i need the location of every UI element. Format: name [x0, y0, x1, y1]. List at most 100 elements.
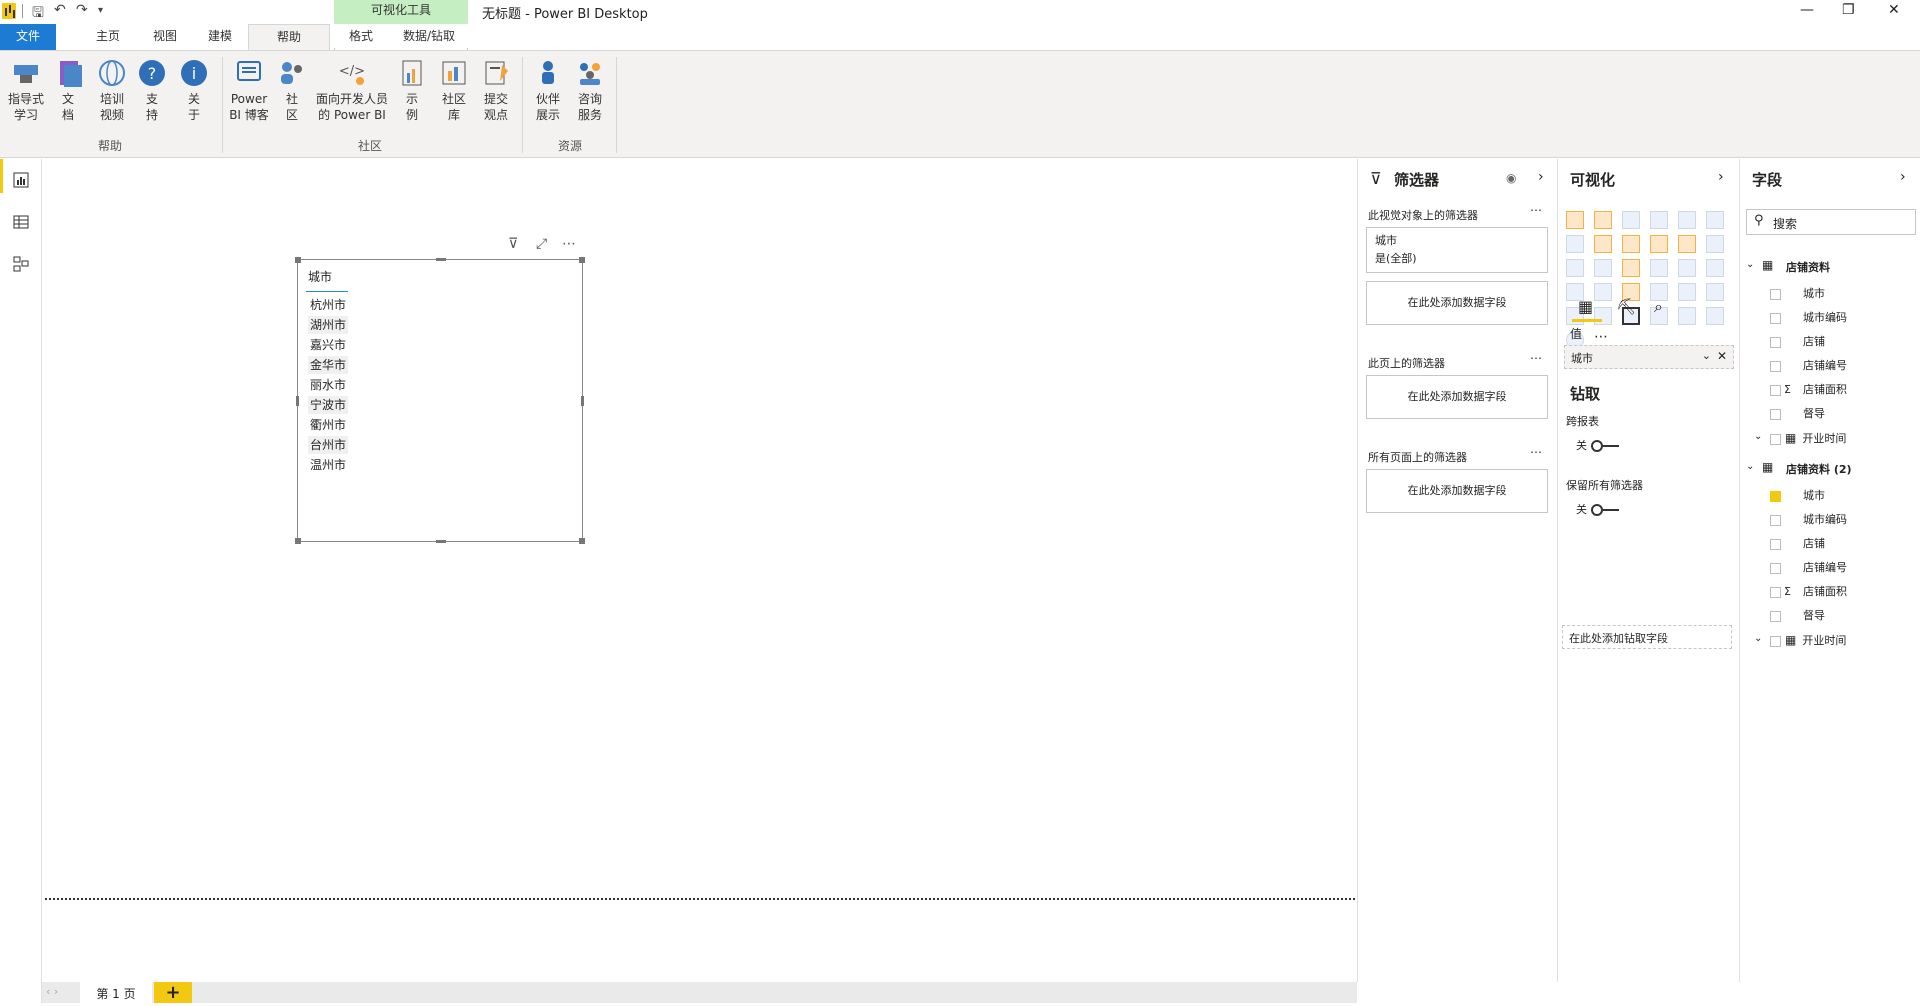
tab-data-drill[interactable]: 数据/钻取 — [392, 24, 466, 50]
data-view-icon[interactable] — [12, 213, 30, 231]
pie-chart-icon[interactable] — [1622, 259, 1640, 277]
remove-field-icon[interactable]: ✕ — [1717, 349, 1727, 363]
tab-modeling[interactable]: 建模 — [194, 24, 246, 50]
restore-icon[interactable]: ❐ — [1842, 2, 1855, 18]
checkbox[interactable] — [1770, 433, 1781, 445]
resize-handle[interactable] — [436, 540, 446, 543]
tab-view[interactable]: 视图 — [140, 24, 190, 50]
100-stacked-column-icon[interactable] — [1706, 211, 1724, 229]
guided-learning-button[interactable]: 指导式 学习 — [6, 57, 46, 123]
slicer-item[interactable]: 台州市 — [308, 436, 349, 454]
page-tab[interactable]: 第 1 页 — [80, 982, 152, 1003]
field-item[interactable]: Σ 店铺面积 — [1770, 583, 1847, 601]
resize-handle[interactable] — [295, 538, 301, 544]
slicer-item[interactable]: 宁波市 — [308, 396, 349, 414]
support-button[interactable]: ? 支 持 — [136, 57, 168, 123]
format-paint-roller-icon[interactable]: ⛏ — [1616, 297, 1636, 316]
community-button[interactable]: 社 区 — [276, 57, 308, 123]
tab-help[interactable]: 帮助 — [248, 24, 330, 51]
cross-report-toggle[interactable]: 关 — [1576, 437, 1619, 453]
training-video-button[interactable]: 培训 视频 — [92, 57, 132, 123]
add-data-field-well[interactable]: 在此处添加数据字段 — [1366, 281, 1548, 325]
submit-idea-button[interactable]: 提交 观点 — [478, 57, 514, 123]
checkbox[interactable] — [1770, 514, 1781, 526]
field-item[interactable]: Σ 店铺面积 — [1770, 381, 1847, 399]
focus-mode-icon[interactable]: ⤢ — [536, 236, 547, 252]
chevron-down-icon[interactable]: ⌄ — [1702, 349, 1711, 362]
filter-card[interactable]: 城市 是(全部) — [1366, 227, 1548, 273]
chevron-right-icon[interactable]: › — [1900, 169, 1906, 185]
close-icon[interactable]: ✕ — [1888, 2, 1900, 18]
consulting-button[interactable]: 咨询 服务 — [572, 57, 608, 123]
field-item[interactable]: 店铺 — [1770, 333, 1825, 351]
keep-filters-toggle[interactable]: 关 — [1576, 501, 1619, 517]
field-item[interactable]: 城市编码 — [1770, 309, 1847, 327]
field-item[interactable]: 城市 — [1770, 285, 1825, 303]
line-clustered-column-icon[interactable] — [1678, 235, 1696, 253]
add-data-field-well[interactable]: 在此处添加数据字段 — [1366, 375, 1548, 419]
map-icon[interactable] — [1706, 259, 1724, 277]
values-field-well[interactable]: 城市 ⌄ ✕ — [1564, 345, 1734, 369]
clustered-bar-chart-icon[interactable] — [1622, 211, 1640, 229]
powerbi-blog-button[interactable]: Power BI 博客 — [228, 57, 270, 123]
docs-button[interactable]: 文 档 — [54, 57, 82, 123]
stacked-bar-chart-icon[interactable] — [1566, 211, 1584, 229]
drill-field-well[interactable]: 在此处添加钻取字段 — [1562, 625, 1732, 649]
add-page-button[interactable]: + — [154, 982, 192, 1003]
about-button[interactable]: i 关 于 — [178, 57, 210, 123]
stacked-column-chart-icon[interactable] — [1594, 211, 1612, 229]
field-item[interactable]: 城市编码 — [1770, 511, 1847, 529]
table-name[interactable]: 店铺资料 (2) — [1786, 461, 1852, 477]
multi-row-card-icon[interactable] — [1678, 283, 1696, 301]
treemap-icon[interactable] — [1678, 259, 1696, 277]
slicer-item[interactable]: 温州市 — [308, 456, 348, 474]
chevron-down-icon[interactable]: ⌄ — [1746, 259, 1754, 270]
save-icon[interactable]: 🖫 — [32, 2, 44, 26]
chevron-right-icon[interactable]: › — [1718, 169, 1724, 185]
undo-icon[interactable]: ↶ — [54, 2, 66, 18]
fields-tab-icon[interactable]: ▦ — [1578, 297, 1593, 316]
field-item[interactable]: 督导 — [1770, 405, 1825, 423]
page-nav-left-icon[interactable]: ‹ › — [46, 985, 58, 998]
chevron-down-icon[interactable]: ⌄ — [1754, 633, 1762, 644]
clustered-column-chart-icon[interactable] — [1650, 211, 1668, 229]
slicer-visual[interactable]: 城市 杭州市 湖州市 嘉兴市 金华市 丽水市 宁波市 衢州市 台州市 温州市 — [295, 257, 585, 544]
resize-handle[interactable] — [295, 257, 301, 263]
field-item[interactable]: 督导 — [1770, 607, 1825, 625]
python-visual-icon[interactable] — [1594, 307, 1612, 325]
scatter-chart-icon[interactable] — [1594, 259, 1612, 277]
slicer-item[interactable]: 金华市 — [308, 356, 349, 374]
slicer-item[interactable]: 杭州市 — [308, 296, 348, 314]
checkbox[interactable] — [1770, 562, 1781, 574]
model-view-icon[interactable] — [12, 255, 30, 273]
ribbon-chart-icon[interactable] — [1706, 235, 1724, 253]
search-input[interactable]: 搜索 — [1746, 209, 1916, 235]
checkbox[interactable] — [1770, 635, 1781, 647]
chevron-right-icon[interactable]: › — [1538, 169, 1544, 185]
resize-handle[interactable] — [436, 258, 446, 261]
slicer-item[interactable]: 嘉兴市 — [308, 336, 348, 354]
checkbox[interactable] — [1770, 610, 1781, 622]
developers-button[interactable]: </> 面向开发人员 的 Power BI — [314, 57, 390, 123]
slicer-item[interactable]: 丽水市 — [308, 376, 348, 394]
checkbox[interactable] — [1770, 384, 1781, 396]
field-item[interactable]: 店铺编号 — [1770, 357, 1847, 375]
tab-file[interactable]: 文件 — [0, 24, 56, 50]
eye-icon[interactable]: ◉ — [1506, 171, 1516, 185]
slicer-item[interactable]: 衢州市 — [308, 416, 348, 434]
field-item[interactable]: ▦ 开业时间 — [1770, 631, 1846, 649]
field-item[interactable]: 店铺 — [1770, 535, 1825, 553]
checkbox[interactable] — [1770, 538, 1781, 550]
line-column-chart-icon[interactable] — [1650, 235, 1668, 253]
resize-handle[interactable] — [296, 396, 299, 406]
checkbox[interactable] — [1770, 408, 1781, 420]
checkbox[interactable] — [1770, 586, 1781, 598]
checkbox[interactable] — [1770, 336, 1781, 348]
field-item[interactable]: 城市 — [1770, 487, 1825, 505]
partner-showcase-button[interactable]: 伙伴 展示 — [530, 57, 566, 123]
chevron-down-icon[interactable]: ⌄ — [1746, 461, 1754, 472]
checkbox-checked[interactable] — [1770, 490, 1781, 502]
area-chart-icon[interactable] — [1594, 235, 1612, 253]
slicer-item[interactable]: 湖州市 — [308, 316, 349, 334]
kpi-icon[interactable] — [1706, 283, 1724, 301]
